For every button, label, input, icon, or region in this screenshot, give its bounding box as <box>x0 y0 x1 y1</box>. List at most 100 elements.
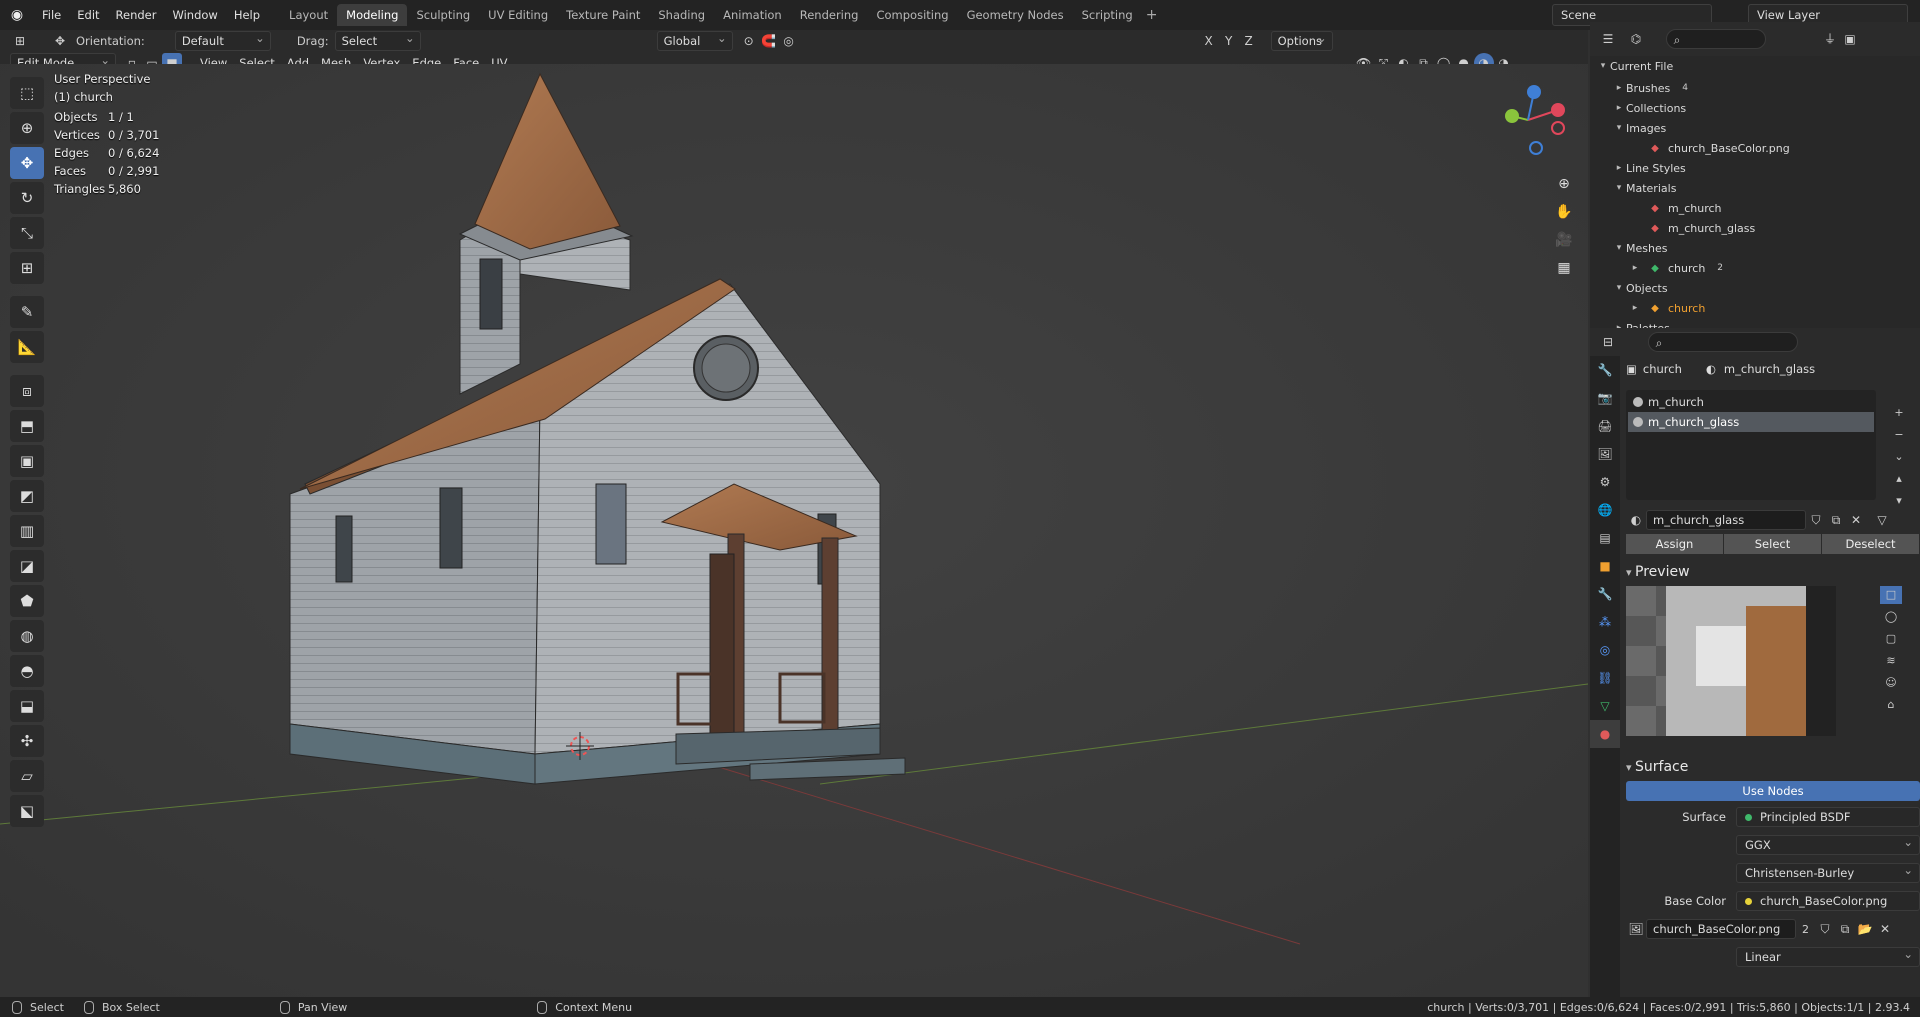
tab-animation[interactable]: Animation <box>714 4 791 26</box>
preview-cloth-icon[interactable]: ⌂ <box>1880 696 1902 714</box>
distribution-dropdown[interactable]: GGX <box>1736 833 1920 855</box>
expand-arrow-icon[interactable]: ▸ <box>1612 103 1626 113</box>
add-cube-tool-icon[interactable]: ⧈ <box>10 375 44 407</box>
filter-icon[interactable]: ⏚ <box>1820 29 1840 49</box>
image-new-icon[interactable]: ⧉ <box>1835 919 1855 939</box>
menu-help[interactable]: Help <box>226 0 268 30</box>
orientation-dropdown[interactable]: Default <box>174 29 271 51</box>
outliner-search-input[interactable]: ⌕ <box>1666 29 1766 49</box>
mirror-y-icon[interactable]: Y <box>1219 31 1239 51</box>
options-dropdown[interactable]: Options <box>1270 29 1333 51</box>
use-nodes-button[interactable]: Use Nodes <box>1626 781 1920 801</box>
drag-dropdown[interactable]: Select Box <box>334 29 421 66</box>
object-tab-icon[interactable]: ■ <box>1590 552 1620 580</box>
view-layer-tab-icon[interactable]: 🖼 <box>1590 440 1620 468</box>
select-button[interactable]: Select <box>1724 534 1821 554</box>
data-tab-icon[interactable]: ▽ <box>1590 692 1620 720</box>
outliner-category[interactable]: ▾ Materials <box>1590 178 1920 198</box>
zoom-icon[interactable]: ⊕ <box>1550 170 1578 198</box>
transform-orientation-dropdown[interactable]: Global <box>656 29 733 51</box>
edge-slide-tool-icon[interactable]: ⬓ <box>10 690 44 722</box>
material-slot-selected[interactable]: m_church_glass <box>1628 412 1874 432</box>
constraints-tab-icon[interactable]: ⛓ <box>1590 664 1620 692</box>
spin-tool-icon[interactable]: ◍ <box>10 620 44 652</box>
particles-tab-icon[interactable]: ⁂ <box>1590 608 1620 636</box>
modifier-tab-icon[interactable]: 🔧 <box>1590 580 1620 608</box>
tab-uv-editing[interactable]: UV Editing <box>479 4 557 26</box>
physics-tab-icon[interactable]: ◎ <box>1590 636 1620 664</box>
preview-cube-icon[interactable]: ▢ <box>1880 630 1902 648</box>
add-workspace-icon[interactable]: + <box>1146 7 1158 23</box>
material-slot[interactable]: m_church <box>1628 392 1874 412</box>
menu-file[interactable]: File <box>34 0 69 30</box>
rip-region-tool-icon[interactable]: ⬕ <box>10 795 44 827</box>
unlink-icon[interactable]: ✕ <box>1846 510 1866 530</box>
interpolation-dropdown[interactable]: Linear <box>1736 945 1920 967</box>
outliner-category[interactable]: ▸ Collections <box>1590 98 1920 118</box>
outliner-root[interactable]: ▾ Current File <box>1590 56 1920 76</box>
smooth-tool-icon[interactable]: ◓ <box>10 655 44 687</box>
outliner-item[interactable]: ◆ m_church <box>1590 198 1920 218</box>
duplicate-icon[interactable]: ⧉ <box>1826 510 1846 530</box>
select-box-tool-icon[interactable]: ⬚ <box>10 77 44 109</box>
surface-shader-field[interactable]: Principled BSDF <box>1736 807 1920 827</box>
pan-hand-icon[interactable]: ✋ <box>1550 198 1578 226</box>
outliner-category[interactable]: ▾ Images <box>1590 118 1920 138</box>
fake-user-icon[interactable]: ⛉ <box>1806 510 1826 530</box>
bevel-tool-icon[interactable]: ◩ <box>10 480 44 512</box>
outliner-item[interactable]: ▸ ◆ church <box>1590 298 1920 318</box>
expand-arrow-icon[interactable]: ▸ <box>1612 163 1626 173</box>
mirror-x-icon[interactable]: X <box>1199 31 1219 51</box>
new-collection-icon[interactable]: ▣ <box>1840 29 1860 49</box>
camera-icon[interactable]: 🎥 <box>1550 226 1578 254</box>
material-name-field[interactable]: m_church_glass <box>1646 510 1806 530</box>
tab-shading[interactable]: Shading <box>649 4 714 26</box>
subsurface-method-dropdown[interactable]: Christensen-Burley <box>1736 861 1920 883</box>
image-open-icon[interactable]: 📂 <box>1855 919 1875 939</box>
scene-tab-icon[interactable]: ⚙ <box>1590 468 1620 496</box>
poly-build-tool-icon[interactable]: ⬟ <box>10 585 44 617</box>
scale-tool-icon[interactable]: ⤡ <box>10 217 44 249</box>
outliner-category[interactable]: ▸ Brushes 4 <box>1590 78 1920 98</box>
collection-tab-icon[interactable]: ▤ <box>1590 524 1620 552</box>
base-color-field[interactable]: church_BaseColor.png <box>1736 891 1920 911</box>
menu-window[interactable]: Window <box>164 0 225 30</box>
preview-sphere-icon[interactable]: ◯ <box>1880 608 1902 626</box>
deselect-button[interactable]: Deselect <box>1822 534 1919 554</box>
expand-arrow-icon[interactable]: ▾ <box>1612 123 1626 133</box>
assign-button[interactable]: Assign <box>1626 534 1723 554</box>
transform-tool-icon[interactable]: ⊞ <box>10 252 44 284</box>
remove-slot-icon[interactable]: − <box>1888 426 1910 444</box>
gizmo-y-axis[interactable] <box>1505 109 1519 123</box>
material-browse-icon[interactable]: ◐ <box>1626 510 1646 530</box>
expand-arrow-icon[interactable]: ▸ <box>1628 303 1642 313</box>
menu-edit[interactable]: Edit <box>69 0 107 30</box>
shear-tool-icon[interactable]: ▱ <box>10 760 44 792</box>
expand-arrow-icon[interactable]: ▾ <box>1596 61 1610 71</box>
tab-geometry-nodes[interactable]: Geometry Nodes <box>958 4 1073 26</box>
outliner-item[interactable]: ▸ ◆ church 2 <box>1590 258 1920 278</box>
image-browse-icon[interactable]: 🖼 <box>1626 919 1646 939</box>
tab-compositing[interactable]: Compositing <box>867 4 957 26</box>
proportional-edit-icon[interactable]: ◎ <box>779 31 799 51</box>
tab-rendering[interactable]: Rendering <box>791 4 868 26</box>
knife-tool-icon[interactable]: ◪ <box>10 550 44 582</box>
expand-arrow-icon[interactable]: ▸ <box>1628 263 1642 273</box>
blender-logo-icon[interactable]: ◉ <box>0 7 34 23</box>
tool-tab-icon[interactable]: 🔧 <box>1590 356 1620 384</box>
mirror-z-icon[interactable]: Z <box>1239 31 1259 51</box>
render-tab-icon[interactable]: 📷 <box>1590 384 1620 412</box>
navigation-gizmo[interactable] <box>1496 84 1586 160</box>
gizmo-z-axis[interactable] <box>1527 85 1541 99</box>
surface-panel-header[interactable]: Surface <box>1626 753 1920 781</box>
outliner-category[interactable]: ▸ Line Styles <box>1590 158 1920 178</box>
outliner-category[interactable]: ▾ Objects <box>1590 278 1920 298</box>
editor-type-icon[interactable]: ⊞ <box>10 31 30 51</box>
properties-editor-icon[interactable]: ⊟ <box>1598 332 1618 352</box>
outliner-editor-icon[interactable]: ☰ <box>1598 29 1618 49</box>
measure-tool-icon[interactable]: 📐 <box>10 331 44 363</box>
move-tool-button[interactable]: ✥ <box>10 147 44 179</box>
image-unlink-icon[interactable]: ✕ <box>1875 919 1895 939</box>
world-tab-icon[interactable]: 🌐 <box>1590 496 1620 524</box>
outliner-item[interactable]: ◆ church_BaseColor.png <box>1590 138 1920 158</box>
